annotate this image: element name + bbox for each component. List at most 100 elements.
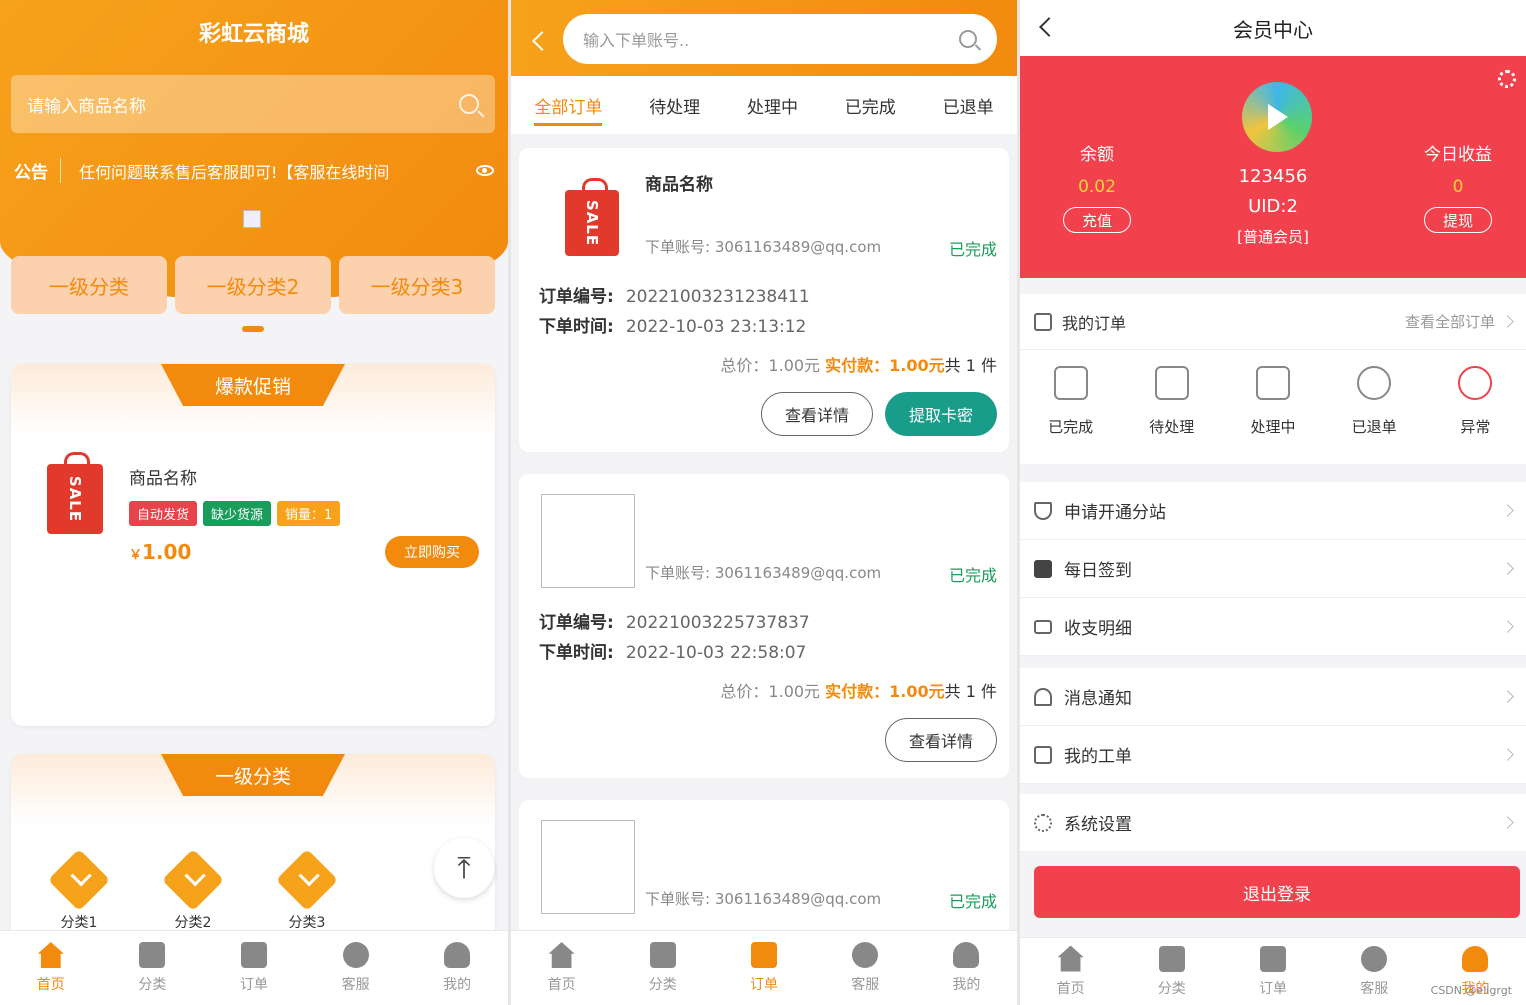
shortcut-refunded[interactable]: 已退单 <box>1334 366 1414 437</box>
back-to-top-button[interactable]: ⤒ <box>434 838 494 898</box>
category-icon <box>1158 945 1185 972</box>
shortcut-completed[interactable]: 已完成 <box>1031 366 1111 437</box>
view-all-orders-link[interactable]: 查看全部订单 <box>1405 311 1495 332</box>
shortcut-label: 已完成 <box>1048 418 1094 436</box>
category-item-3[interactable]: 一级分类3 <box>339 256 495 314</box>
username: 123456 <box>1238 166 1308 187</box>
buy-now-button[interactable]: 立即购买 <box>385 536 479 568</box>
box-icon <box>1255 366 1290 400</box>
tab-completed[interactable]: 已完成 <box>845 85 896 126</box>
logout-button[interactable]: 退出登录 <box>1034 866 1520 918</box>
order-card[interactable]: SALE 商品名称 下单账号: 3061163489@qq.com 已完成 订单… <box>519 148 1009 452</box>
order-count: 共 1 件 <box>944 682 997 701</box>
menu-income-expense[interactable]: 收支明细 <box>1020 598 1526 656</box>
account-search-input[interactable]: 输入下单账号.. <box>563 14 997 64</box>
tab-home[interactable]: 首页 <box>0 931 102 1005</box>
order-card[interactable]: 下单账号: 3061163489@qq.com 已完成 <box>519 800 1009 940</box>
sub-category-item[interactable]: 分类3 <box>275 848 339 932</box>
settings-gear-icon[interactable] <box>1498 70 1516 88</box>
my-orders-title: 我的订单 <box>1062 313 1127 333</box>
extract-code-button[interactable]: 提取卡密 <box>885 392 997 436</box>
menu-my-tickets[interactable]: 我的工单 <box>1020 726 1526 784</box>
order-time-label: 下单时间: <box>539 643 614 663</box>
menu-apply-substation[interactable]: 申请开通分站 <box>1020 482 1526 540</box>
shortcut-pending[interactable]: 待处理 <box>1132 366 1212 437</box>
tab-all-orders[interactable]: 全部订单 <box>534 85 603 126</box>
shortcut-abnormal[interactable]: 异常 <box>1435 366 1515 437</box>
order-status-shortcuts: 已完成 待处理 处理中 已退单 异常 <box>1020 350 1526 437</box>
checkbox-icon <box>1034 559 1052 578</box>
orders-header: 输入下单账号.. <box>511 0 1017 76</box>
menu-label: 申请开通分站 <box>1064 503 1166 523</box>
view-detail-button[interactable]: 查看详情 <box>885 718 997 762</box>
my-orders-header[interactable]: 我的订单 查看全部订单 <box>1020 294 1526 350</box>
user-icon <box>953 942 980 968</box>
category-item-1[interactable]: 一级分类 <box>11 256 167 314</box>
search-icon[interactable] <box>959 30 977 48</box>
tab-category[interactable]: 分类 <box>1121 938 1222 1005</box>
order-time-value: 2022-10-03 22:58:07 <box>625 643 807 663</box>
chat-icon <box>342 942 369 968</box>
sub-category-item[interactable]: 分类1 <box>47 848 111 932</box>
order-summary: 总价：1.00元 实付款：1.00元共 1 件 <box>720 352 997 376</box>
shop-title: 彩虹云商城 <box>198 22 309 47</box>
arrow-up-icon: ⤒ <box>457 850 471 886</box>
order-time-value: 2022-10-03 23:13:12 <box>625 317 807 337</box>
tab-service[interactable]: 客服 <box>1324 938 1425 1005</box>
tab-home[interactable]: 首页 <box>1020 938 1121 1005</box>
category-item-2[interactable]: 一级分类2 <box>175 256 331 314</box>
order-card[interactable]: 下单账号: 3061163489@qq.com 已完成 订单编号: 2022100… <box>519 474 1009 778</box>
menu-notifications[interactable]: 消息通知 <box>1020 668 1526 726</box>
order-account: 下单账号: 3061163489@qq.com <box>645 238 882 256</box>
eye-icon[interactable] <box>476 165 494 176</box>
menu-group-1: 申请开通分站 每日签到 收支明细 <box>1020 482 1526 656</box>
tab-pending[interactable]: 待处理 <box>649 85 700 126</box>
view-detail-button[interactable]: 查看详情 <box>761 392 873 436</box>
tab-label: 客服 <box>851 977 880 993</box>
back-arrow-icon[interactable] <box>1039 17 1059 37</box>
notice-label: 公告 <box>14 158 61 183</box>
chevron-right-icon <box>1501 816 1514 829</box>
product-item[interactable]: SALE 商品名称 自动发货 缺少货源 销量：1 ￥1.00 <box>47 452 341 564</box>
order-status: 已完成 <box>948 240 997 259</box>
tab-orders[interactable]: 订单 <box>713 931 814 1005</box>
tab-label: 客服 <box>1360 980 1389 997</box>
tab-category[interactable]: 分类 <box>612 931 713 1005</box>
order-total: 总价：1.00元 <box>720 682 821 701</box>
tab-orders[interactable]: 订单 <box>203 931 305 1005</box>
chevron-diamond-icon <box>161 848 225 912</box>
menu-daily-checkin[interactable]: 每日签到 <box>1020 540 1526 598</box>
tag-sales: 销量：1 <box>277 501 341 526</box>
tab-service[interactable]: 客服 <box>815 931 916 1005</box>
tab-mine[interactable]: 我的 <box>406 931 508 1005</box>
tab-mine[interactable]: 我的 <box>916 931 1017 1005</box>
search-icon[interactable] <box>459 94 479 114</box>
sale-bag-icon: SALE <box>47 452 103 534</box>
menu-system-settings[interactable]: 系统设置 <box>1020 794 1526 852</box>
avatar[interactable] <box>1242 82 1312 152</box>
search-placeholder: 请输入商品名称 <box>27 96 146 117</box>
home-icon <box>548 942 575 968</box>
tab-service[interactable]: 客服 <box>305 931 407 1005</box>
order-no-label: 订单编号: <box>539 287 614 307</box>
tab-category[interactable]: 分类 <box>102 931 204 1005</box>
product-search-input[interactable]: 请输入商品名称 <box>11 75 495 133</box>
order-number-row: 订单编号: 20221003225737837 <box>539 608 810 633</box>
sub-category-label: 分类3 <box>288 915 326 931</box>
sub-category-item[interactable]: 分类2 <box>161 848 225 932</box>
tab-processing[interactable]: 处理中 <box>747 85 798 126</box>
member-header: 会员中心 <box>1020 0 1526 56</box>
tag-out-of-stock: 缺少货源 <box>203 501 272 526</box>
menu-label: 消息通知 <box>1064 689 1132 709</box>
back-arrow-icon[interactable] <box>532 31 552 51</box>
sub-category-label: 分类1 <box>60 915 98 931</box>
product-price: ￥1.00 <box>129 540 340 564</box>
tab-refunded[interactable]: 已退单 <box>943 85 994 126</box>
member-level: [普通会员] <box>1237 228 1309 246</box>
tab-orders[interactable]: 订单 <box>1222 938 1323 1005</box>
tab-label: 我的 <box>443 977 472 993</box>
chevron-right-icon <box>1501 690 1514 703</box>
tab-home[interactable]: 首页 <box>511 931 612 1005</box>
shortcut-processing[interactable]: 处理中 <box>1233 366 1313 437</box>
notice-text: 任何问题联系售后客服即可!【客服在线时间 <box>79 162 390 182</box>
